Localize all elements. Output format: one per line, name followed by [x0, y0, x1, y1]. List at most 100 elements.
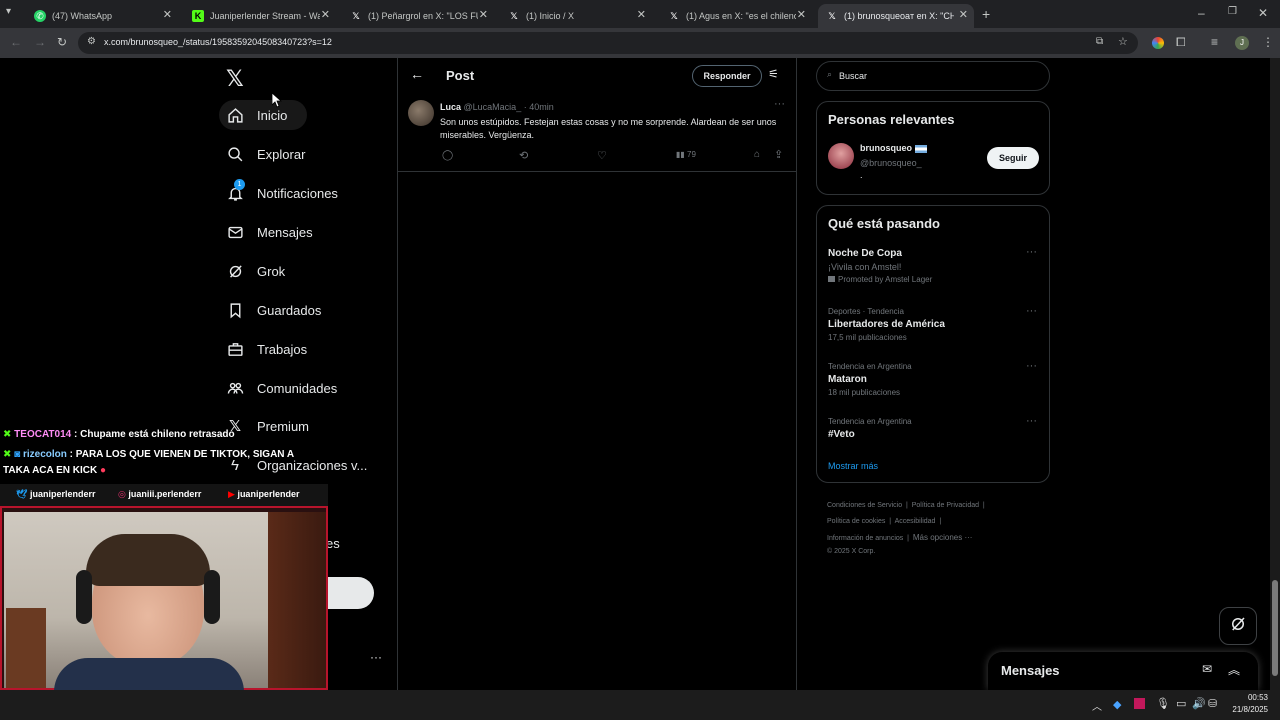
views-group[interactable]: ▮▮ 79 [676, 150, 696, 159]
tray-app-icon[interactable]: ◆ [1113, 698, 1121, 711]
footer-links: Condiciones de Servicio | Política de Pr… [827, 498, 1047, 557]
nav-item-notificaciones[interactable]: 1 Notificaciones [226, 179, 338, 202]
site-info-icon[interactable]: ⚙ [87, 36, 96, 47]
relevant-handle[interactable]: @brunosqueo_ [860, 158, 922, 168]
install-app-icon[interactable]: ⧉ [1096, 36, 1103, 47]
nav-item-comunidades[interactable]: Comunidades [226, 379, 337, 397]
menu-kebab-icon[interactable]: ⋮ [1262, 35, 1274, 49]
maximize-icon[interactable]: ❐ [1228, 6, 1237, 17]
more-options-icon[interactable]: ··· [774, 98, 785, 110]
footer-link[interactable]: Política de cookies [827, 518, 885, 525]
tweet-time[interactable]: · 40min [524, 102, 554, 112]
back-icon[interactable]: ← [10, 35, 22, 49]
tab-x-home[interactable]: 𝕏 (1) Inicio / X ✕ [500, 4, 652, 28]
footer-link[interactable]: Información de anuncios [827, 535, 903, 542]
nav-item-inicio[interactable]: Inicio [226, 106, 287, 124]
avatar[interactable] [408, 100, 434, 126]
close-icon[interactable]: ✕ [959, 8, 968, 21]
monitor-icon[interactable]: ▭ [1176, 697, 1186, 710]
account-more-icon[interactable]: ··· [370, 650, 382, 664]
more-options-icon[interactable]: ··· [1026, 360, 1037, 372]
avatar[interactable] [828, 143, 854, 169]
microphone-icon[interactable]: 🎙 [1156, 697, 1170, 710]
search-icon [226, 145, 244, 163]
window-close-icon[interactable]: ✕ [1258, 6, 1268, 20]
nav-item-explorar[interactable]: Explorar [226, 145, 305, 163]
trend-item[interactable]: Noche De Copa ¡Vivila con Amstel! Promot… [828, 248, 1038, 284]
author-handle[interactable]: @LucaMacia_ [464, 102, 522, 112]
author-name[interactable]: Luca [440, 102, 461, 112]
network-icon[interactable]: ⛁ [1208, 697, 1217, 710]
nav-item-trabajos[interactable]: Trabajos [226, 340, 307, 358]
volume-icon[interactable]: 🔊 [1192, 697, 1206, 710]
trend-item[interactable]: Deportes · Tendencia Libertadores de Amé… [828, 307, 1038, 342]
bell-icon: 1 [226, 179, 245, 202]
nav-item-mensajes[interactable]: Mensajes [226, 223, 313, 241]
tray-chevron-icon[interactable]: ︿ [1092, 698, 1102, 713]
tab-search-icon[interactable]: ▾ [6, 6, 11, 17]
grok-float-button[interactable] [1219, 607, 1257, 645]
trend-item[interactable]: Tendencia en Argentina #Veto [828, 417, 1038, 440]
clock-time[interactable]: 00:53 [1228, 693, 1268, 702]
instagram-icon: ◎ [118, 489, 126, 499]
retweet-icon[interactable]: ⟲ [519, 149, 528, 162]
follow-button[interactable]: Seguir [987, 147, 1039, 169]
clock-date[interactable]: 21/8/2025 [1222, 705, 1268, 714]
trend-item[interactable]: Tendencia en Argentina Mataron 18 mil pu… [828, 362, 1038, 397]
url-field[interactable]: ⚙ x.com/brunosqueo_/status/1958359204508… [78, 32, 1138, 54]
like-icon[interactable]: ♡ [597, 149, 607, 162]
forward-icon[interactable]: → [34, 35, 46, 49]
more-options-link[interactable]: Más opciones ··· [913, 533, 973, 542]
youtube-icon: ▶ [228, 489, 235, 499]
bookmark-star-icon[interactable]: ☆ [1118, 35, 1128, 48]
footer-link[interactable]: Condiciones de Servicio [827, 502, 902, 509]
tray-app-icon[interactable] [1134, 698, 1145, 709]
extension-icon[interactable] [1152, 37, 1164, 49]
media-icon[interactable]: ≡ [1211, 35, 1218, 49]
nav-item-premium[interactable]: 𝕏 Premium [226, 417, 309, 435]
messages-drawer[interactable]: Mensajes ✉ ︽ [988, 652, 1258, 690]
nav-item-more-partial[interactable]: es [326, 536, 340, 551]
tab-x-post-1[interactable]: 𝕏 (1) Peñargrol en X: "LOS FUERO ✕ [342, 4, 494, 28]
reply-tweet[interactable]: Luca @LucaMacia_ · 40min ··· Son unos es… [398, 94, 796, 172]
expand-icon[interactable]: ︽ [1228, 661, 1240, 678]
close-icon[interactable]: ✕ [479, 8, 488, 21]
new-tab-icon[interactable]: + [982, 6, 990, 22]
x-logo-icon[interactable]: 𝕏 [226, 66, 244, 92]
trend-sub: ¡Vivila con Amstel! [828, 262, 902, 272]
scrollbar-thumb[interactable] [1272, 580, 1278, 676]
more-options-icon[interactable]: ··· [1026, 305, 1037, 317]
close-icon[interactable]: ✕ [637, 8, 646, 21]
extensions-puzzle-icon[interactable]: ⧠ [1176, 35, 1186, 50]
page-title: Post [446, 68, 475, 83]
bookmark-icon[interactable]: ⌂ [754, 149, 760, 160]
share-icon[interactable]: ⇪ [774, 148, 783, 161]
close-icon[interactable]: ✕ [321, 8, 330, 21]
tab-whatsapp[interactable]: ✆ (47) WhatsApp ✕ [26, 4, 178, 28]
more-options-icon[interactable]: ··· [1026, 246, 1037, 258]
post-button-partial[interactable] [320, 577, 374, 609]
footer-link[interactable]: Política de Privacidad [912, 502, 979, 509]
show-more-link[interactable]: Mostrar más [828, 461, 878, 471]
close-icon[interactable]: ✕ [163, 8, 172, 21]
filter-icon[interactable]: ⚟ [768, 67, 779, 81]
tab-kick-stream[interactable]: K Juaniperlender Stream - Watch ✕ [184, 4, 336, 28]
reload-icon[interactable]: ↻ [57, 35, 67, 49]
kick-icon: K [192, 10, 204, 22]
relevant-name-row[interactable]: brunosqueo [860, 143, 927, 153]
footer-link[interactable]: Accesibilidad [895, 518, 936, 525]
minimize-icon[interactable]: – [1198, 6, 1205, 20]
tab-x-post-active[interactable]: 𝕏 (1) brunosqueoaт en X: "CHILE ✕ [818, 4, 974, 28]
profile-avatar[interactable]: J [1235, 36, 1249, 50]
nav-item-guardados[interactable]: Guardados [226, 301, 321, 319]
scrollbar[interactable] [1270, 58, 1280, 690]
search-input[interactable]: ⌕ Buscar [816, 61, 1050, 91]
new-message-icon[interactable]: ✉ [1202, 662, 1212, 676]
tab-x-post-2[interactable]: 𝕏 (1) Agus en X: "es el chileno qu ✕ [660, 4, 812, 28]
reply-button[interactable]: Responder [692, 65, 762, 87]
back-arrow-icon[interactable]: ← [410, 66, 424, 82]
more-options-icon[interactable]: ··· [1026, 415, 1037, 427]
close-icon[interactable]: ✕ [797, 8, 806, 21]
reply-icon[interactable]: ◯ [442, 150, 453, 161]
nav-item-grok[interactable]: Grok [226, 262, 285, 280]
